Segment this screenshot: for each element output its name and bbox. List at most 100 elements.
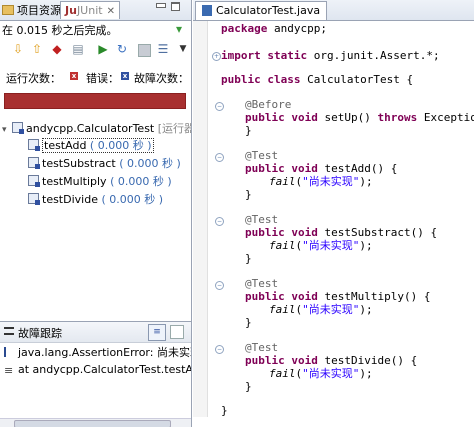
code-line: import static org.junit.Assert.*; (221, 49, 440, 63)
fold-collapse-icon[interactable]: − (215, 153, 224, 162)
trace-text: at andycpp.CalculatorTest.testAdd (18, 363, 192, 376)
test-tree: ▾ andycpp.CalculatorTest [运行器 testAdd ( 0… (0, 118, 191, 308)
trace-line[interactable]: java.lang.AssertionError: 尚未实现 (4, 345, 191, 361)
tree-test-row[interactable]: testMultiply ( 0.000 秒 ) (28, 173, 172, 190)
fold-collapse-icon[interactable]: − (215, 281, 224, 290)
fold-collapse-icon[interactable]: − (215, 345, 224, 354)
code-line: } (245, 124, 252, 138)
collapse-icon[interactable]: ▾ (2, 122, 12, 139)
fold-collapse-icon[interactable]: − (215, 102, 224, 111)
test-name: testSubstract (42, 157, 116, 170)
test-failure-icon (28, 139, 40, 151)
close-brace: } (245, 188, 252, 201)
junit-toolbar: ⇩ ⇧ ◆ ▤ ▶ ↻ ☰ ▼ (0, 40, 191, 60)
fold-expand-icon[interactable]: + (212, 52, 221, 61)
keyword: void (291, 162, 318, 175)
suite-name: andycpp.CalculatorTest (26, 122, 155, 135)
scroll-lock-icon[interactable]: ▤ (71, 42, 85, 56)
test-suite-icon (12, 122, 24, 134)
stop-icon[interactable] (138, 44, 151, 57)
annotation: @Test (245, 277, 279, 290)
method-call: fail (269, 175, 296, 188)
string-literal: "尚未实现" (302, 303, 360, 316)
test-time: ( 0.000 秒 ) (110, 175, 172, 188)
code-line: fail("尚未实现"); (269, 239, 373, 252)
tab-junit[interactable]: JuJUnit ✕ (60, 1, 120, 19)
code-line: } (245, 252, 252, 266)
code-line: @Before (245, 98, 291, 112)
minimize-button[interactable] (156, 3, 166, 8)
rerun-test-icon[interactable]: ▶ (96, 42, 110, 56)
tab-project-explorer[interactable]: 项目资源 (2, 2, 61, 19)
code-line: fail("尚未实现"); (269, 175, 373, 188)
code-line: public void setUp() throws Exception { (245, 111, 474, 125)
java-file-icon (202, 5, 212, 16)
annotation: @Before (245, 98, 292, 111)
keyword: public (245, 111, 285, 124)
tab-label: 项目资源 (17, 4, 61, 17)
tree-test-row[interactable]: testAdd ( 0.000 秒 ) (28, 137, 154, 154)
finished-status: 在 0.015 秒之后完成。 (2, 24, 118, 37)
tab-label: JUnit (76, 4, 103, 17)
test-time: ( 0.000 秒 ) (119, 157, 181, 170)
method-signature: setUp() (324, 111, 371, 124)
editor-tab[interactable]: CalculatorTest.java (195, 1, 328, 20)
method-signature: testMultiply() { (324, 290, 431, 303)
tree-test-row[interactable]: testDivide ( 0.000 秒 ) (28, 191, 163, 208)
test-name: testMultiply (42, 175, 107, 188)
test-run-history-icon[interactable]: ☰ (156, 42, 170, 56)
keyword: void (291, 111, 318, 124)
code-text: Exception { (423, 111, 474, 124)
keyword: class (267, 73, 301, 86)
view-menu-chevron-icon[interactable]: ▾ (176, 22, 182, 36)
filter-stack-icon[interactable]: ≡ (148, 324, 166, 341)
keyword: public (245, 290, 285, 303)
tree-root-row[interactable]: ▾ andycpp.CalculatorTest [运行器 (2, 120, 191, 139)
compare-result-icon[interactable] (170, 325, 184, 339)
keyword: static (267, 49, 308, 62)
close-brace: } (245, 316, 252, 329)
keyword: throws (377, 111, 418, 124)
code-text: CalculatorTest { (300, 73, 414, 86)
scrollbar-thumb[interactable] (14, 420, 171, 427)
close-icon[interactable]: ✕ (107, 6, 115, 17)
junit-icon: Ju (65, 4, 77, 17)
fold-collapse-icon[interactable]: − (215, 217, 224, 226)
trace-line[interactable]: ≡ at andycpp.CalculatorTest.testAdd (4, 362, 192, 378)
horizontal-scrollbar[interactable] (0, 418, 191, 427)
test-failure-icon (28, 193, 40, 205)
test-name: testAdd (44, 139, 87, 152)
maximize-button[interactable] (171, 2, 180, 11)
vertical-scrollbar[interactable] (463, 21, 474, 417)
annotation: @Test (245, 149, 279, 162)
string-literal: "尚未实现" (302, 367, 360, 380)
code-line: @Test (245, 341, 278, 355)
chevron-down-icon[interactable]: ▼ (176, 42, 190, 56)
editor-tab-bar: CalculatorTest.java (193, 0, 474, 21)
error-icon: x (70, 72, 78, 80)
tree-test-row[interactable]: testSubstract ( 0.000 秒 ) (28, 155, 181, 172)
show-failures-only-icon[interactable]: ◆ (50, 42, 64, 56)
test-name: testDivide (42, 193, 98, 206)
method-call: fail (269, 367, 296, 380)
method-call: fail (269, 303, 296, 316)
code-line: fail("尚未实现"); (269, 367, 373, 380)
keyword: public (245, 226, 285, 239)
code-line: fail("尚未实现"); (269, 303, 373, 316)
code-line: } (245, 316, 252, 330)
junit-view: 项目资源 JuJUnit ✕ 在 0.015 秒之后完成。 ▾ ⇩ ⇧ ◆ ▤ ▶… (0, 0, 192, 427)
code-line: } (221, 404, 228, 418)
previous-failure-icon[interactable]: ⇧ (30, 42, 44, 56)
code-line: public void testMultiply() { (245, 290, 430, 304)
close-brace: } (245, 252, 252, 265)
method-call: fail (269, 239, 296, 252)
code-line: @Test (245, 277, 278, 291)
method-signature: testAdd() { (324, 162, 398, 175)
class-close-brace: } (221, 404, 228, 417)
next-failure-icon[interactable]: ⇩ (11, 42, 25, 56)
failure-icon: x (121, 72, 129, 80)
annotation: @Test (245, 341, 279, 354)
rerun-failed-icon[interactable]: ↻ (115, 42, 129, 56)
test-failure-icon (28, 157, 40, 169)
code-line: @Test (245, 149, 278, 163)
